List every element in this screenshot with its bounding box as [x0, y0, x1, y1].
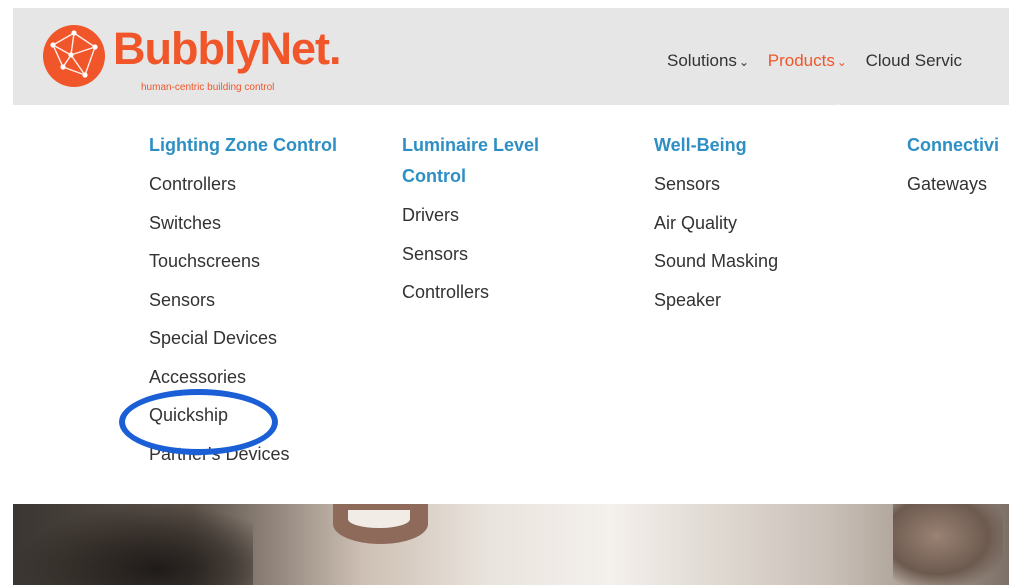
- site-header: BubblyNet. human-centric building contro…: [13, 8, 1009, 113]
- hero-shadow: [13, 504, 253, 585]
- menu-item-controllers[interactable]: Controllers: [402, 273, 539, 312]
- bubblynet-logo-icon: [43, 25, 105, 87]
- menu-column-title[interactable]: Well-Being: [654, 130, 778, 161]
- menu-column-title[interactable]: Lighting Zone Control: [149, 130, 337, 161]
- menu-item-speaker[interactable]: Speaker: [654, 281, 778, 320]
- brand-text: BubblyNet: [113, 23, 330, 74]
- highlight-circle: [119, 389, 278, 455]
- menu-item-sound-masking[interactable]: Sound Masking: [654, 242, 778, 281]
- menu-column-title[interactable]: Connectivi: [907, 130, 999, 161]
- menu-column-connectivity: Connectivi Gateways: [907, 130, 999, 204]
- nav-products[interactable]: Products ⌄: [768, 51, 847, 71]
- menu-column-title-line2: Control: [402, 166, 466, 186]
- chevron-down-icon: ⌄: [738, 55, 749, 69]
- brand-name: BubblyNet.: [113, 19, 341, 79]
- menu-item-drivers[interactable]: Drivers: [402, 196, 539, 235]
- hero-face: [893, 504, 1003, 585]
- brand-logo[interactable]: BubblyNet. human-centric building contro…: [41, 23, 381, 95]
- nav-products-label: Products: [767, 51, 835, 70]
- brand-dot: .: [329, 23, 341, 74]
- menu-item-air-quality[interactable]: Air Quality: [654, 204, 778, 243]
- hero-image: [13, 504, 1009, 585]
- menu-item-touchscreens[interactable]: Touchscreens: [149, 242, 337, 281]
- menu-item-controllers[interactable]: Controllers: [149, 165, 337, 204]
- menu-column-title[interactable]: Luminaire Level Control: [402, 130, 539, 192]
- menu-column-title-line1: Luminaire Level: [402, 135, 540, 155]
- nav-cloud-services[interactable]: Cloud Servic: [866, 51, 962, 71]
- nav-solutions-label: Solutions: [667, 51, 737, 70]
- menu-item-gateways[interactable]: Gateways: [907, 165, 999, 204]
- menu-column-well-being: Well-Being Sensors Air Quality Sound Mas…: [654, 130, 778, 319]
- menu-item-sensors[interactable]: Sensors: [654, 165, 778, 204]
- menu-item-switches[interactable]: Switches: [149, 204, 337, 243]
- nav-cloud-services-label: Cloud Servic: [865, 51, 962, 70]
- menu-column-luminaire-level-control: Luminaire Level Control Drivers Sensors C…: [402, 130, 539, 312]
- menu-item-special-devices[interactable]: Special Devices: [149, 319, 337, 358]
- menu-item-sensors[interactable]: Sensors: [149, 281, 337, 320]
- dropdown-caret: [829, 104, 847, 113]
- brand-tagline: human-centric building control: [141, 82, 275, 93]
- main-nav: Solutions ⌄ Products ⌄ Cloud Servic: [667, 51, 976, 71]
- hero-teeth: [348, 510, 410, 528]
- menu-item-sensors[interactable]: Sensors: [402, 235, 539, 274]
- nav-solutions[interactable]: Solutions ⌄: [667, 51, 749, 71]
- chevron-down-icon: ⌄: [836, 55, 847, 69]
